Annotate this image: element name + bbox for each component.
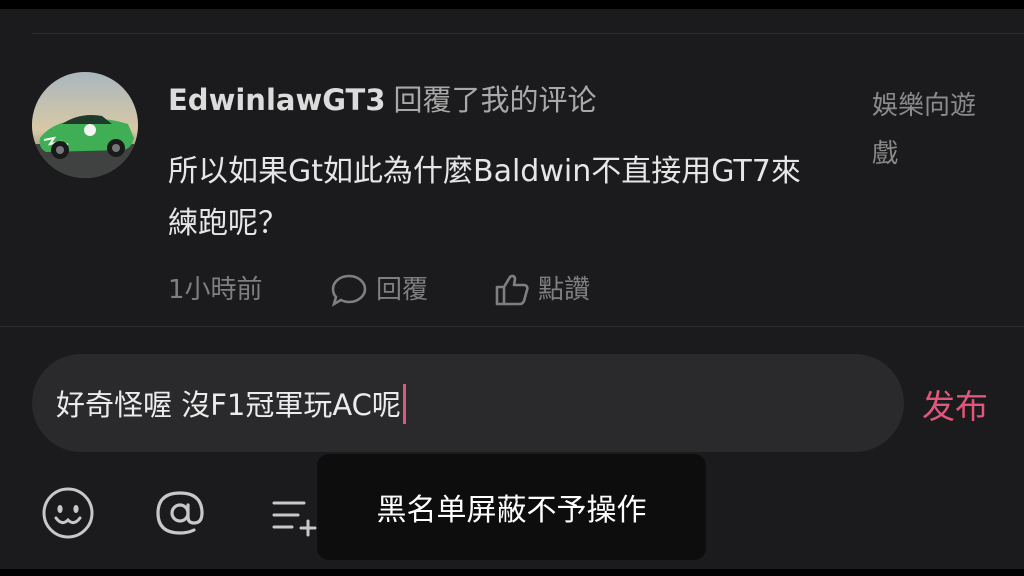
action-text: 回覆了我的评论 [393,83,597,117]
chat-bubble-icon [331,274,367,307]
screen: EdwinlawGT3 回覆了我的评论 所以如果Gt如此為什麼Baldwin不直接… [0,9,1024,569]
text-caret [402,384,406,424]
comment-time: 1小時前 [168,275,263,305]
toast-message: 黑名单屏蔽不予操作 [317,454,706,560]
source-tag[interactable]: 娛樂向遊戲 [872,82,982,178]
reply-input-text: 好奇怪喔 沒F1冠軍玩AC呢 [56,384,406,424]
reply-input[interactable]: 好奇怪喔 沒F1冠軍玩AC呢 [32,354,904,452]
reply-label: 回覆 [376,275,429,305]
add-list-icon[interactable] [270,497,318,537]
comment-card: EdwinlawGT3 回覆了我的评论 所以如果Gt如此為什麼Baldwin不直接… [0,34,1024,326]
like-button[interactable]: 點讚 [494,272,590,308]
toast-text: 黑名单屏蔽不予操作 [376,493,647,528]
username[interactable]: EdwinlawGT3 [168,83,386,117]
mention-icon[interactable] [152,485,208,541]
publish-button[interactable]: 发布 [922,385,988,429]
comment-body: 所以如果Gt如此為什麼Baldwin不直接用GT7來練跑呢？ [168,154,801,241]
username-line: EdwinlawGT3 回覆了我的评论 [168,82,597,118]
emoji-icon[interactable] [40,485,96,541]
like-label: 點讚 [538,275,591,305]
thumbs-up-icon [495,274,529,306]
reply-input-value: 好奇怪喔 沒F1冠軍玩AC呢 [56,388,401,422]
reply-button[interactable]: 回覆 [330,272,428,308]
section-divider [0,326,1024,327]
avatar[interactable] [32,72,138,178]
